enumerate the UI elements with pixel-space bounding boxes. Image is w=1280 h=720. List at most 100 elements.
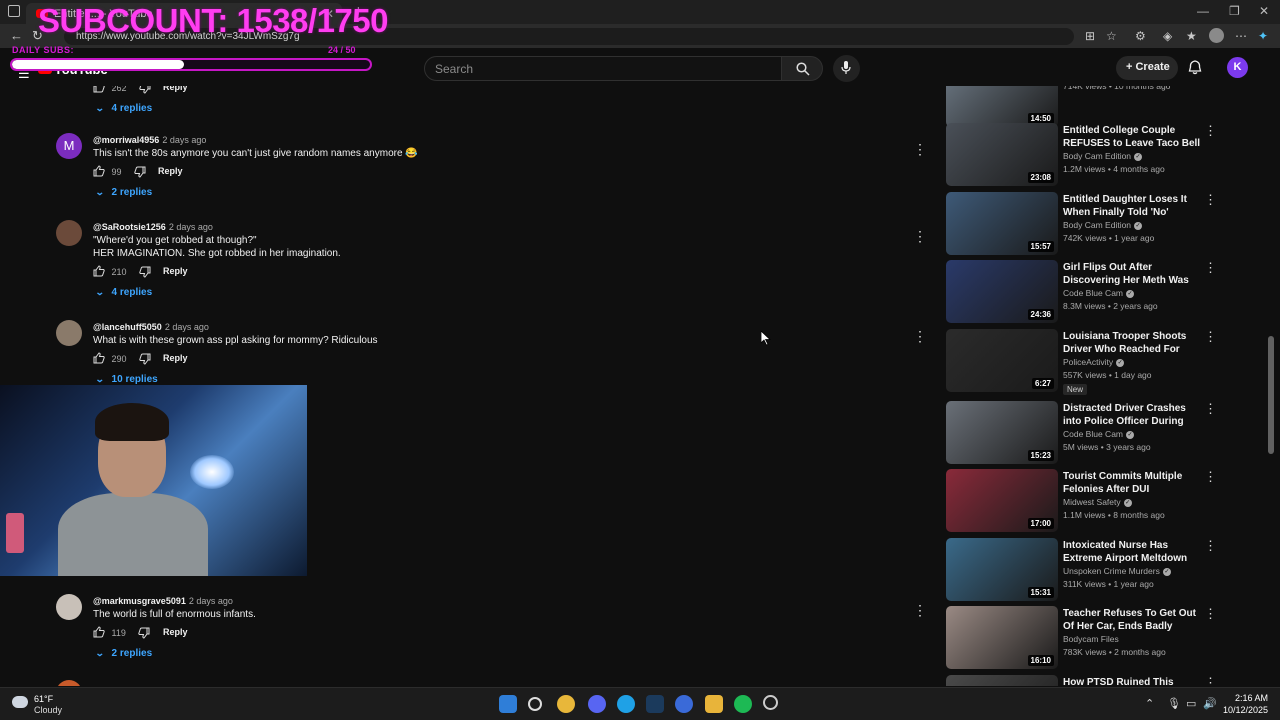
reply-button[interactable]: Reply [163, 86, 188, 92]
minimize-icon[interactable]: — [1197, 4, 1209, 18]
video-thumbnail[interactable] [946, 675, 1058, 686]
account-avatar[interactable]: K [1227, 57, 1248, 78]
comment-more-icon[interactable]: ⋮ [913, 228, 927, 245]
more-menu-icon[interactable]: ⋯ [1235, 29, 1247, 43]
video-title[interactable]: Teacher Refuses To Get Out Of Her Car, E… [1063, 607, 1201, 633]
comment-avatar[interactable] [56, 680, 82, 686]
video-thumbnail[interactable]: 15:31 [946, 538, 1058, 601]
view-replies-button[interactable]: ⌄ 4 replies [95, 103, 152, 114]
dislike-icon[interactable] [139, 353, 151, 365]
video-channel[interactable]: PoliceActivity ✓ [1063, 357, 1125, 367]
video-title[interactable]: Distracted Driver Crashes into Police Of… [1063, 402, 1201, 428]
video-title[interactable]: Girl Flips Out After Discovering Her Met… [1063, 261, 1201, 287]
start-windows-icon[interactable] [499, 695, 517, 713]
video-thumbnail[interactable]: 6:27 [946, 329, 1058, 392]
microphone-tray-icon[interactable]: 🎙 [1167, 697, 1181, 710]
copilot-icon[interactable]: ✦ [1258, 29, 1268, 43]
video-thumbnail[interactable]: 15:57 [946, 192, 1058, 255]
dislike-icon[interactable] [134, 166, 146, 178]
shield-icon[interactable]: ◈ [1163, 29, 1172, 43]
video-channel[interactable]: Code Blue Cam ✓ [1063, 288, 1135, 298]
comment-more-icon[interactable]: ⋮ [913, 328, 927, 345]
video-title[interactable]: Intoxicated Nurse Has Extreme Airport Me… [1063, 539, 1201, 565]
dislike-icon[interactable] [139, 266, 151, 278]
video-channel[interactable]: Body Cam Edition ✓ [1063, 220, 1143, 230]
video-title[interactable]: How PTSD Ruined This Man's [1063, 676, 1201, 686]
recommended-video[interactable]: How PTSD Ruined This Man's⋮ [946, 675, 1226, 686]
view-replies-button[interactable]: ⌄ 4 replies [95, 287, 152, 298]
search-button[interactable] [781, 56, 823, 81]
video-more-icon[interactable]: ⋮ [1204, 329, 1217, 345]
comment-more-icon[interactable]: ⋮ [913, 602, 927, 619]
recommended-video[interactable]: 16:10 Teacher Refuses To Get Out Of Her C… [946, 606, 1226, 670]
scrollbar-thumb[interactable] [1268, 336, 1274, 454]
video-more-icon[interactable]: ⋮ [1204, 675, 1217, 686]
reply-button[interactable]: Reply [158, 166, 183, 176]
like-icon[interactable] [93, 165, 105, 177]
like-icon[interactable] [93, 626, 105, 638]
recommended-video[interactable]: 17:00 Tourist Commits Multiple Felonies A… [946, 469, 1226, 533]
dislike-icon[interactable] [139, 86, 151, 94]
profile-avatar-icon[interactable] [1209, 28, 1224, 43]
video-more-icon[interactable]: ⋮ [1204, 192, 1217, 208]
view-replies-button[interactable]: ⌄ 10 replies [95, 374, 158, 385]
video-more-icon[interactable]: ⋮ [1204, 401, 1217, 417]
chrome-icon[interactable] [557, 695, 575, 713]
spotify-icon[interactable] [734, 695, 752, 713]
comment-avatar[interactable] [56, 594, 82, 620]
comment-avatar[interactable]: M [56, 133, 82, 159]
recommended-video[interactable]: 15:57 Entitled Daughter Loses It When Fin… [946, 192, 1226, 256]
comment-author[interactable]: @lancehuff5050 2 days ago [93, 322, 209, 332]
edge-icon[interactable] [617, 695, 635, 713]
back-icon[interactable]: ← [10, 28, 23, 43]
network-icon[interactable]: ▭ [1186, 697, 1196, 710]
view-replies-button[interactable]: ⌄ 2 replies [95, 648, 152, 659]
close-window-icon[interactable]: ✕ [1259, 4, 1269, 18]
notifications-bell-icon[interactable] [1188, 60, 1202, 75]
steam-icon[interactable] [646, 695, 664, 713]
like-icon[interactable] [93, 265, 105, 277]
video-more-icon[interactable]: ⋮ [1204, 123, 1217, 139]
clock-time[interactable]: 2:16 AM [1222, 693, 1268, 703]
search-input[interactable] [435, 61, 765, 77]
recommended-video[interactable]: 6:27 Louisiana Trooper Shoots Driver Who … [946, 329, 1226, 395]
video-channel[interactable]: Midwest Safety ✓ [1063, 497, 1132, 507]
tray-chevron-icon[interactable]: ⌃ [1145, 697, 1154, 710]
favorites-icon[interactable]: ★ [1186, 29, 1197, 43]
video-thumbnail[interactable]: 16:10 [946, 606, 1058, 669]
comment-author[interactable]: @SaRootsie1256 2 days ago [93, 222, 213, 232]
comment-avatar[interactable] [56, 320, 82, 346]
view-replies-button[interactable]: ⌄ 2 replies [95, 187, 152, 198]
comment-avatar[interactable] [56, 220, 82, 246]
reply-button[interactable]: Reply [163, 266, 188, 276]
like-icon[interactable] [93, 86, 105, 93]
video-channel[interactable]: Body Cam Edition ✓ [1063, 151, 1143, 161]
weather-description[interactable]: Cloudy [34, 705, 62, 715]
comment-more-icon[interactable]: ⋮ [913, 141, 927, 158]
video-more-icon[interactable]: ⋮ [1204, 606, 1217, 622]
recommended-video[interactable]: 24:36 Girl Flips Out After Discovering He… [946, 260, 1226, 324]
video-channel[interactable]: Unspoken Crime Murders ✓ [1063, 566, 1171, 576]
voice-search-button[interactable] [833, 55, 860, 82]
video-title[interactable]: Entitled Daughter Loses It When Finally … [1063, 193, 1201, 219]
weather-temperature[interactable]: 61°F [34, 694, 53, 704]
obs-icon[interactable] [763, 695, 778, 710]
video-title[interactable]: Tourist Commits Multiple Felonies After … [1063, 470, 1201, 496]
clock-date[interactable]: 10/12/2025 [1208, 705, 1268, 715]
video-title[interactable]: Entitled College Couple REFUSES to Leave… [1063, 124, 1201, 150]
comment-author[interactable]: @morriwal4956 2 days ago [93, 135, 206, 145]
create-button[interactable]: + Create [1116, 56, 1178, 80]
recommended-video[interactable]: 14:50Crime Time Cam714K views • 10 month… [946, 86, 1226, 128]
video-more-icon[interactable]: ⋮ [1204, 260, 1217, 276]
video-more-icon[interactable]: ⋮ [1204, 538, 1217, 554]
video-channel[interactable]: Bodycam Files [1063, 634, 1119, 644]
recommended-video[interactable]: 15:23 Distracted Driver Crashes into Poli… [946, 401, 1226, 465]
video-title[interactable]: Louisiana Trooper Shoots Driver Who Reac… [1063, 330, 1201, 356]
discord-icon[interactable] [588, 695, 606, 713]
video-more-icon[interactable]: ⋮ [1204, 469, 1217, 485]
video-thumbnail[interactable]: 17:00 [946, 469, 1058, 532]
recommended-video[interactable]: 23:08 Entitled College Couple REFUSES to … [946, 123, 1226, 187]
comment-author[interactable]: @markmusgrave5091 2 days ago [93, 596, 233, 606]
maximize-icon[interactable]: ❐ [1229, 4, 1240, 18]
search-taskbar-icon[interactable] [528, 697, 542, 711]
